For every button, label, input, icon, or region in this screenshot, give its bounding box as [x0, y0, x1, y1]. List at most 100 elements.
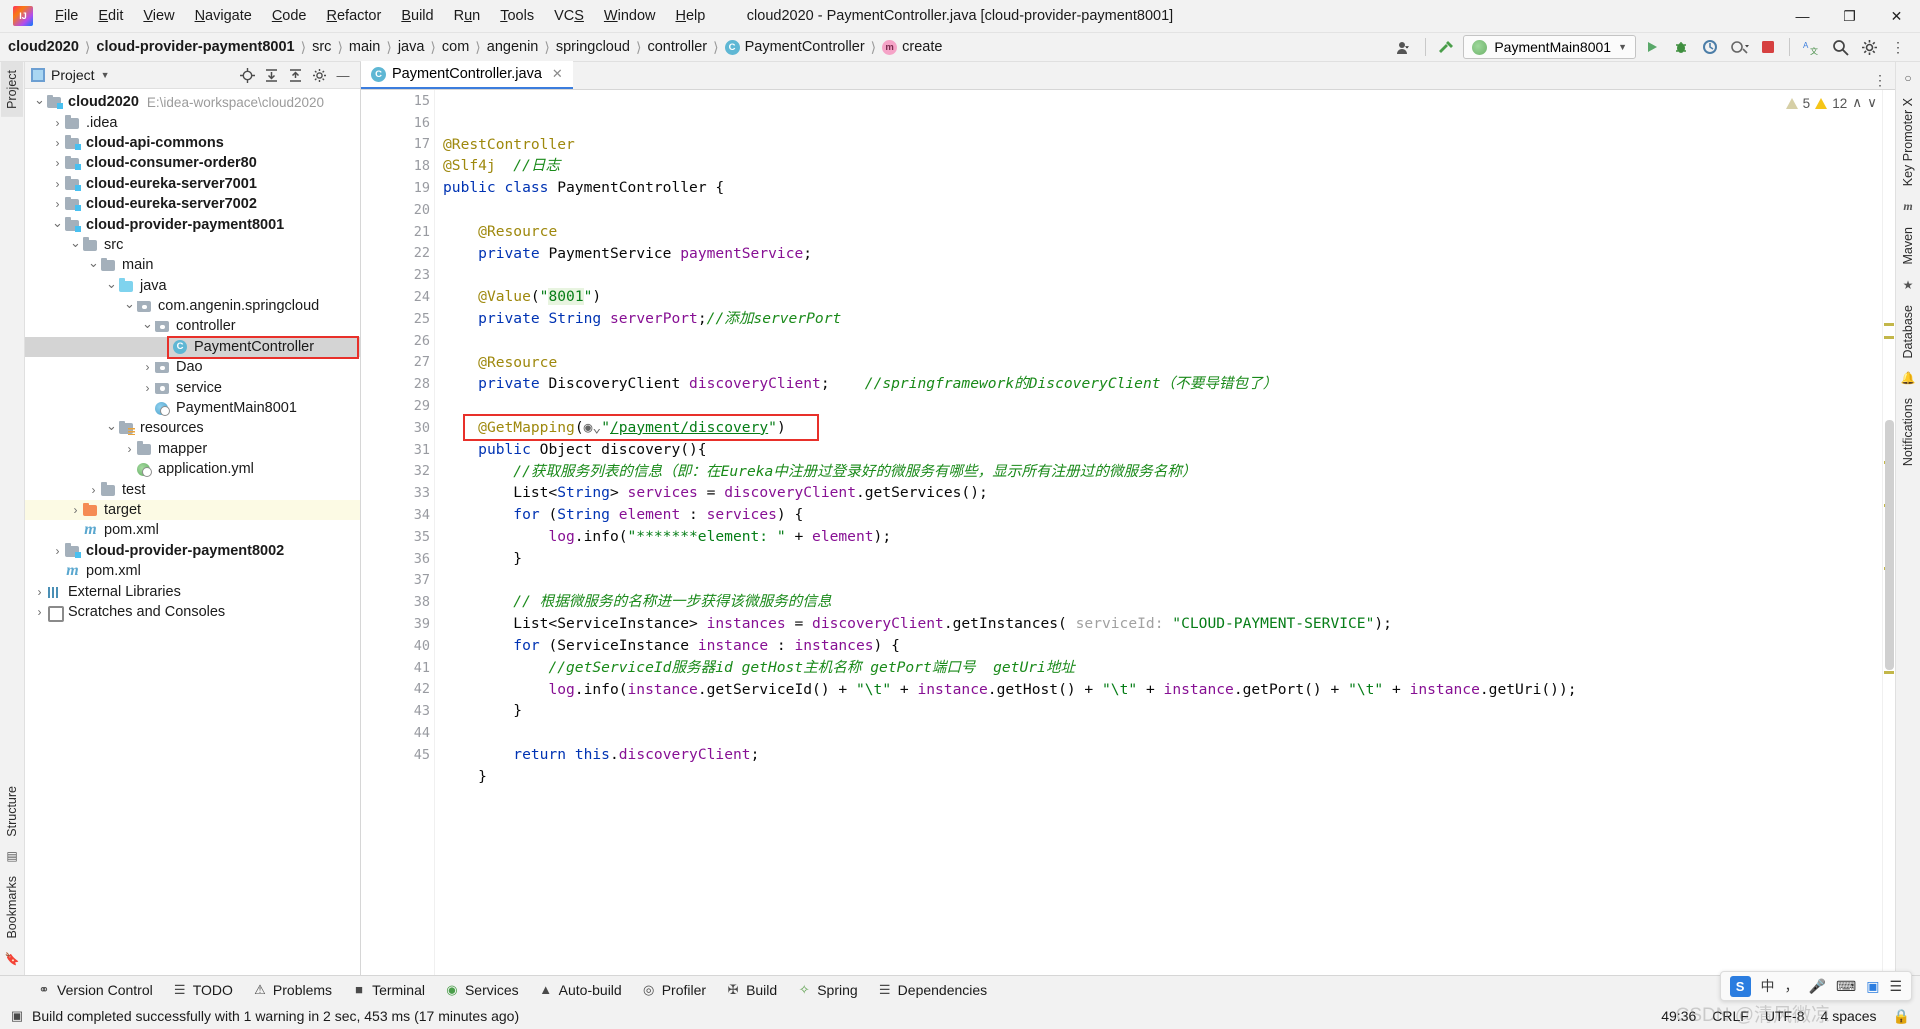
code-line-29[interactable]: public Object discovery(){: [443, 439, 1882, 461]
tree-node-cloud-api-commons[interactable]: › cloud-api-commons: [25, 133, 360, 153]
code-line-23[interactable]: private String serverPort;//添加serverPort: [443, 308, 1882, 330]
user-avatar-icon[interactable]: [1391, 35, 1417, 59]
tree-node-paymentcontroller[interactable]: PaymentController: [25, 336, 360, 358]
tree-node-pom-xml[interactable]: pom.xml: [25, 520, 360, 540]
bottom-tab-spring[interactable]: ✧ Spring: [788, 979, 866, 1001]
sidebar-item-maven[interactable]: Maven: [1897, 219, 1919, 273]
line-number-28[interactable]: 28: [361, 373, 434, 395]
code-line-28[interactable]: @GetMapping(◉⌄"/payment/discovery"): [443, 417, 1882, 439]
line-number-40[interactable]: 40: [361, 635, 434, 657]
line-number-31[interactable]: 31: [361, 439, 434, 461]
tree-node-application-yml[interactable]: application.yml: [25, 459, 360, 479]
more-options-icon[interactable]: ⋮: [1885, 35, 1911, 59]
close-icon[interactable]: ✕: [552, 66, 563, 82]
indent-setting[interactable]: 4 spaces: [1821, 1008, 1877, 1024]
bottom-tab-dependencies[interactable]: ☰ Dependencies: [869, 979, 997, 1001]
breadcrumb-class[interactable]: C PaymentController: [724, 39, 865, 55]
line-number-25[interactable]: 25: [361, 308, 434, 330]
menu-build[interactable]: Build: [391, 4, 443, 28]
tree-node-cloud-provider-payment8002[interactable]: › cloud-provider-payment8002: [25, 541, 360, 561]
project-tree[interactable]: ⌄ cloud2020 E:\idea-workspace\cloud2020 › .i…: [25, 89, 360, 975]
tree-node-main[interactable]: ⌄ main: [25, 255, 360, 275]
tree-node-controller[interactable]: ⌄ controller: [25, 316, 360, 336]
tree-node-external-libraries[interactable]: › External Libraries: [25, 581, 360, 601]
run-configuration-selector[interactable]: PaymentMain8001 ▼: [1463, 35, 1636, 59]
menu-file[interactable]: File: [45, 4, 88, 28]
breadcrumb-method[interactable]: m create: [882, 39, 942, 55]
sidebar-item-database[interactable]: Database: [1897, 297, 1919, 367]
tree-node-com-angenin-springcloud[interactable]: ⌄ com.angenin.springcloud: [25, 296, 360, 316]
code-line-45[interactable]: [443, 788, 1882, 810]
line-number-22[interactable]: 22: [361, 243, 434, 265]
tree-node-test[interactable]: › test: [25, 479, 360, 499]
search-icon[interactable]: [1827, 35, 1853, 59]
line-number-37[interactable]: 37: [361, 570, 434, 592]
expand-all-icon[interactable]: [260, 65, 282, 86]
code-content[interactable]: @RestController @Slf4j //日志 public class P…: [435, 90, 1882, 975]
settings-gear-icon[interactable]: [1856, 35, 1882, 59]
menu-view[interactable]: View: [133, 4, 184, 28]
tree-node-cloud-consumer-order80[interactable]: › cloud-consumer-order80: [25, 153, 360, 173]
lock-icon[interactable]: 🔒: [1893, 1008, 1910, 1025]
chevron-right-icon[interactable]: ›: [51, 197, 64, 211]
tab-payment-controller[interactable]: C PaymentController.java ✕: [361, 61, 573, 89]
code-line-25[interactable]: @Resource: [443, 352, 1882, 374]
chevron-right-icon[interactable]: ›: [87, 483, 100, 497]
line-number-39[interactable]: 39: [361, 613, 434, 635]
line-number-34[interactable]: 34: [361, 504, 434, 526]
line-number-27[interactable]: 27: [361, 352, 434, 374]
file-encoding[interactable]: UTF-8: [1765, 1008, 1805, 1024]
line-number-45[interactable]: 45: [361, 744, 434, 766]
error-stripe-markers[interactable]: [1882, 90, 1895, 975]
line-number-19[interactable]: 19: [361, 177, 434, 199]
code-line-37[interactable]: List<ServiceInstance> instances = discov…: [443, 613, 1882, 635]
line-number-18[interactable]: 18: [361, 155, 434, 177]
chevron-right-icon[interactable]: ›: [51, 177, 64, 191]
code-line-34[interactable]: }: [443, 548, 1882, 570]
line-number-38[interactable]: 38: [361, 591, 434, 613]
previous-problem-icon[interactable]: ∧: [1852, 95, 1862, 111]
breadcrumb-cloud2020[interactable]: cloud2020: [8, 39, 79, 55]
breadcrumb-src[interactable]: src: [312, 39, 331, 55]
chevron-right-icon[interactable]: ›: [69, 503, 82, 517]
tree-node-mapper[interactable]: › mapper: [25, 439, 360, 459]
code-line-15[interactable]: @RestController: [443, 134, 1882, 156]
chevron-right-icon[interactable]: ›: [51, 544, 64, 558]
line-number-gutter[interactable]: 15 16 17 18 19 20 21 22 23 24 25 26 27 28 29 30 31 32 33 34…: [361, 90, 451, 975]
line-number-44[interactable]: 44: [361, 722, 434, 744]
code-line-44[interactable]: }: [443, 766, 1882, 788]
menu-refactor[interactable]: Refactor: [317, 4, 392, 28]
chevron-right-icon[interactable]: ›: [33, 585, 46, 599]
bottom-tab-profiler[interactable]: ◎ Profiler: [633, 979, 715, 1001]
line-number-29[interactable]: 29: [361, 395, 451, 417]
line-number-20[interactable]: 20: [361, 199, 434, 221]
bottom-tab-terminal[interactable]: ■ Terminal: [343, 979, 434, 1001]
tree-node-target[interactable]: › target: [25, 499, 360, 521]
code-line-36[interactable]: // 根据微服务的名称进一步获得该微服务的信息: [443, 591, 1882, 613]
caret-position[interactable]: 49:36: [1661, 1008, 1696, 1024]
ime-toolbar[interactable]: S 中 ， 🎤 ⌨ ▣ ☰: [1719, 971, 1912, 1001]
code-line-41[interactable]: }: [443, 700, 1882, 722]
ime-language-toggle[interactable]: 中: [1761, 976, 1775, 996]
collapse-all-icon[interactable]: [284, 65, 306, 86]
code-line-24[interactable]: [443, 330, 1882, 352]
bottom-tab-problems[interactable]: ⚠ Problems: [244, 979, 341, 1001]
breadcrumb-module[interactable]: cloud-provider-payment8001: [96, 39, 294, 55]
menu-navigate[interactable]: Navigate: [185, 4, 262, 28]
locate-file-icon[interactable]: [236, 65, 258, 86]
line-number-32[interactable]: 32: [361, 461, 434, 483]
sogou-logo-icon[interactable]: S: [1729, 975, 1751, 997]
code-line-40[interactable]: log.info(instance.getServiceId() + "\t" …: [443, 679, 1882, 701]
line-number-42[interactable]: 42: [361, 679, 434, 701]
line-number-24[interactable]: 24: [361, 286, 434, 308]
code-editor[interactable]: 15 16 17 18 19 20 21 22 23 24 25 26 27 28 29 30 31 32 33 34…: [361, 90, 1895, 975]
code-line-38[interactable]: for (ServiceInstance instance : instance…: [443, 635, 1882, 657]
mic-icon[interactable]: 🎤: [1809, 978, 1826, 995]
chevron-right-icon[interactable]: ›: [141, 360, 154, 374]
run-with-coverage-icon[interactable]: [1697, 35, 1723, 59]
breadcrumb-controller[interactable]: controller: [647, 39, 707, 55]
line-number-36[interactable]: 36: [361, 548, 434, 570]
chevron-right-icon[interactable]: ›: [33, 605, 46, 619]
line-number-43[interactable]: 43: [361, 700, 434, 722]
code-line-27[interactable]: [443, 395, 1882, 417]
